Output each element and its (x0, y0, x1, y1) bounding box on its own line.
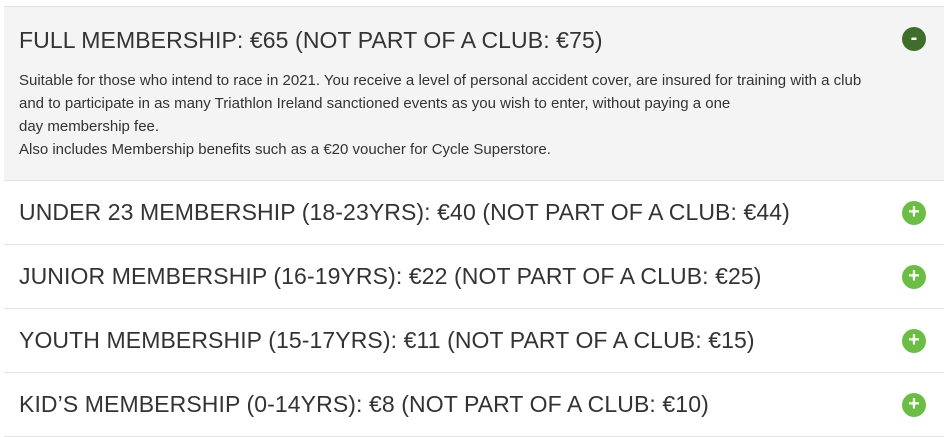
panel-header-youth-membership[interactable]: YOUTH MEMBERSHIP (15-17YRS): €11 (NOT PA… (4, 309, 944, 372)
plus-icon[interactable]: + (902, 264, 926, 289)
panel-under-23-membership: UNDER 23 MEMBERSHIP (18-23YRS): €40 (NOT… (4, 181, 944, 245)
panel-kids-membership: KID’S MEMBERSHIP (0-14YRS): €8 (NOT PART… (4, 373, 944, 437)
panel-youth-membership: YOUTH MEMBERSHIP (15-17YRS): €11 (NOT PA… (4, 309, 944, 373)
benefits-text: Also includes Membership benefits such a… (19, 141, 551, 158)
panel-header-under-23-membership[interactable]: UNDER 23 MEMBERSHIP (18-23YRS): €40 (NOT… (4, 181, 944, 244)
plus-icon[interactable]: + (902, 328, 926, 353)
minus-icon[interactable]: - (902, 27, 926, 51)
description-line: Suitable for those who intend to race in… (19, 72, 862, 89)
panel-body-full-membership: Suitable for those who intend to race in… (4, 69, 944, 180)
plus-icon[interactable]: + (902, 392, 926, 417)
panel-header-kids-membership[interactable]: KID’S MEMBERSHIP (0-14YRS): €8 (NOT PART… (4, 373, 944, 436)
membership-accordion: FULL MEMBERSHIP: €65 (NOT PART OF A CLUB… (4, 6, 944, 437)
panel-full-membership: FULL MEMBERSHIP: €65 (NOT PART OF A CLUB… (4, 6, 944, 181)
panel-header-full-membership[interactable]: FULL MEMBERSHIP: €65 (NOT PART OF A CLUB… (4, 7, 944, 69)
panel-title: KID’S MEMBERSHIP (0-14YRS): €8 (NOT PART… (19, 391, 709, 417)
description-line: day membership fee. (19, 118, 160, 135)
panel-title: YOUTH MEMBERSHIP (15-17YRS): €11 (NOT PA… (19, 327, 755, 353)
panel-title: FULL MEMBERSHIP: €65 (NOT PART OF A CLUB… (19, 27, 603, 53)
plus-icon[interactable]: + (902, 200, 926, 225)
panel-junior-membership: JUNIOR MEMBERSHIP (16-19YRS): €22 (NOT P… (4, 245, 944, 309)
description-line: and to participate in as many Triathlon … (19, 95, 731, 112)
panel-title: JUNIOR MEMBERSHIP (16-19YRS): €22 (NOT P… (19, 263, 762, 289)
panel-title: UNDER 23 MEMBERSHIP (18-23YRS): €40 (NOT… (19, 199, 790, 225)
panel-header-junior-membership[interactable]: JUNIOR MEMBERSHIP (16-19YRS): €22 (NOT P… (4, 245, 944, 308)
